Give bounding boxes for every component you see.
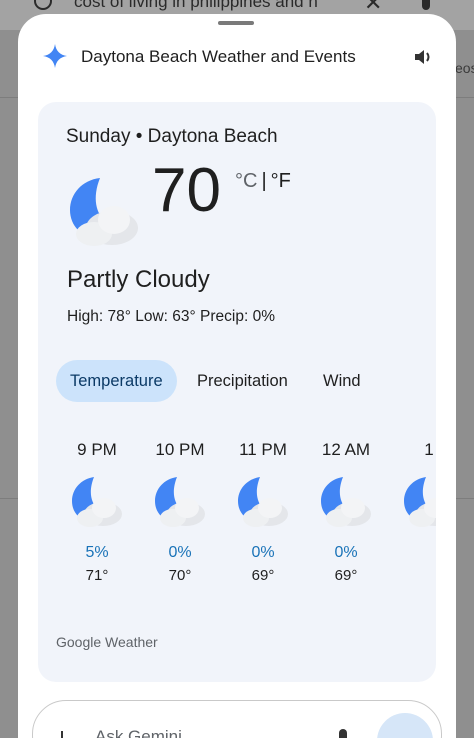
live-sparkle-button[interactable]	[377, 713, 433, 738]
partly-cloudy-night-icon	[155, 477, 205, 527]
hourly-item: 1	[394, 440, 436, 544]
current-temperature: 70	[152, 156, 221, 225]
background-snippet: eos	[455, 60, 474, 76]
weather-details: High: 78° Low: 63° Precip: 0%	[67, 308, 275, 325]
hour-temp: 70°	[168, 567, 192, 584]
partly-cloudy-night-icon	[70, 178, 138, 246]
partly-cloudy-night-icon	[238, 477, 288, 527]
unit-separator: |	[261, 170, 267, 192]
hour-precip: 0%	[334, 544, 358, 561]
search-icon	[34, 0, 52, 10]
unit-fahrenheit[interactable]: °F	[271, 170, 291, 192]
tab-precipitation[interactable]: Precipitation	[183, 360, 302, 402]
unit-toggle[interactable]: °C | °F	[235, 170, 291, 193]
gemini-sparkle-icon	[43, 44, 67, 68]
tab-temperature[interactable]: Temperature	[56, 360, 177, 402]
partly-cloudy-night-icon	[404, 477, 436, 527]
hourly-item: 10 PM 0% 70°	[145, 440, 215, 584]
hour-time: 10 PM	[155, 440, 205, 459]
hour-temp: 69°	[251, 567, 275, 584]
hourly-item: 12 AM 0% 69°	[311, 440, 381, 584]
gemini-bottom-sheet: Daytona Beach Weather and Events Sunday …	[18, 14, 456, 738]
hourly-item: 11 PM 0% 69°	[228, 440, 298, 584]
mic-icon	[422, 0, 430, 10]
hour-time: 9 PM	[77, 440, 117, 459]
weather-tabs: Temperature Precipitation Wind	[56, 360, 436, 402]
sheet-header: Daytona Beach Weather and Events	[18, 40, 456, 76]
drag-handle[interactable]	[218, 21, 254, 25]
hour-temp: 71°	[85, 567, 109, 584]
hour-precip: 5%	[85, 544, 109, 561]
hour-precip: 0%	[251, 544, 275, 561]
prompt-input[interactable]: Ask Gemini	[32, 700, 442, 738]
hour-time: 1	[424, 440, 434, 459]
hour-precip: 0%	[168, 544, 192, 561]
hourly-forecast[interactable]: 9 PM 5% 71° 10 PM 0% 70° 11 PM 0% 69° 12…	[38, 440, 436, 600]
background-search-query: cost of living in philippines and n	[74, 0, 318, 11]
weather-source[interactable]: Google Weather	[56, 634, 158, 650]
day-location: Sunday • Daytona Beach	[66, 126, 278, 147]
weather-card[interactable]: Sunday • Daytona Beach 70 °C | °F Partly C…	[38, 102, 436, 682]
weather-condition: Partly Cloudy	[67, 266, 210, 293]
partly-cloudy-night-icon	[72, 477, 122, 527]
partly-cloudy-night-icon	[321, 477, 371, 527]
hour-time: 12 AM	[321, 440, 371, 459]
page-title: Daytona Beach Weather and Events	[81, 47, 356, 66]
speaker-icon[interactable]	[412, 46, 434, 68]
hour-time: 11 PM	[239, 440, 287, 459]
prompt-placeholder: Ask Gemini	[95, 727, 182, 738]
tab-wind[interactable]: Wind	[309, 360, 375, 402]
hourly-item: 9 PM 5% 71°	[62, 440, 132, 584]
unit-celsius[interactable]: °C	[235, 170, 257, 192]
mic-icon[interactable]	[339, 729, 347, 738]
add-icon[interactable]	[61, 731, 63, 738]
hour-temp: 69°	[334, 567, 358, 584]
